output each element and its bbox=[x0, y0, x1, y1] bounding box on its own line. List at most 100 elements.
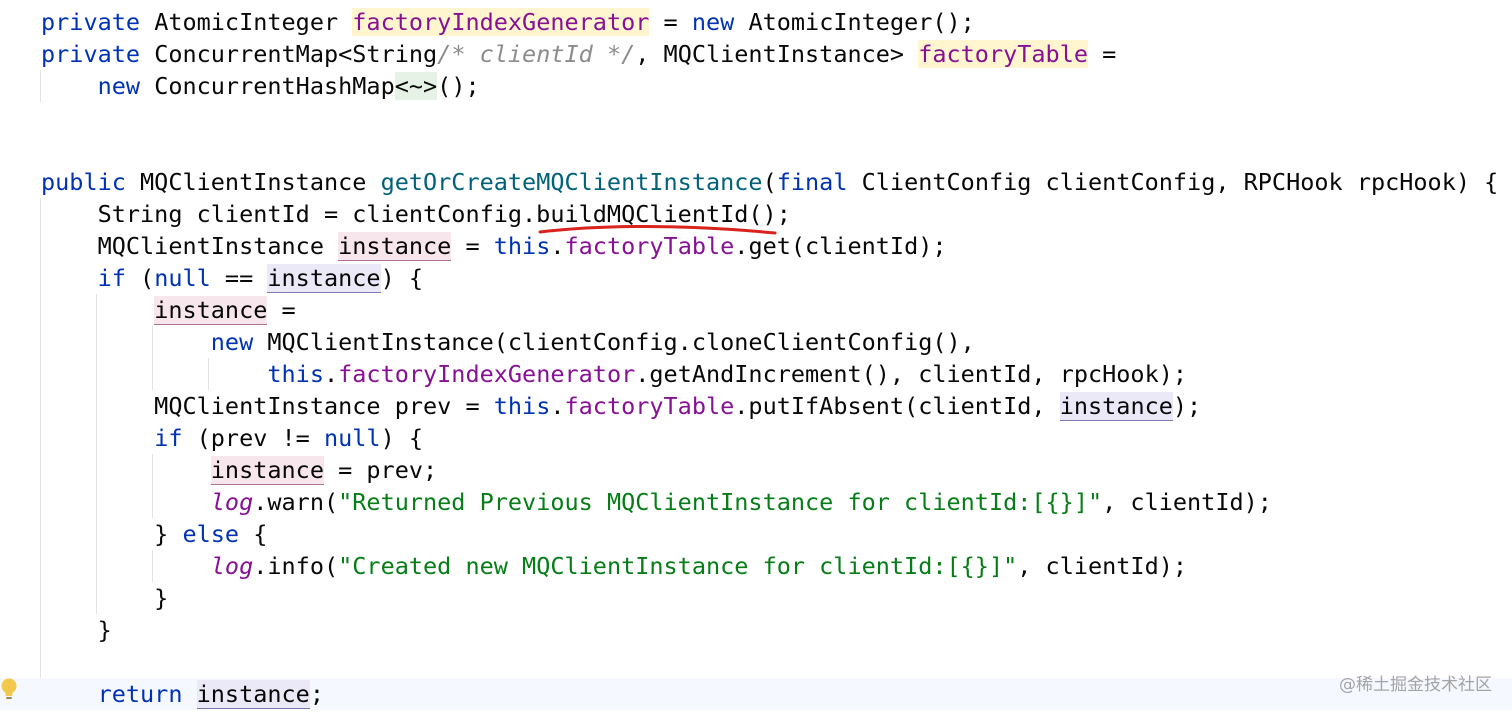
code-line[interactable]: String clientId = clientConfig.buildMQCl… bbox=[0, 198, 1512, 230]
code-line[interactable]: new MQClientInstance(clientConfig.cloneC… bbox=[0, 326, 1512, 358]
code-text[interactable]: log.warn("Returned Previous MQClientInst… bbox=[41, 486, 1272, 518]
code-text[interactable]: return instance; bbox=[41, 678, 324, 710]
code-line[interactable]: new ConcurrentHashMap<~>(); bbox=[0, 70, 1512, 102]
lightbulb-icon[interactable] bbox=[0, 677, 18, 701]
code-line[interactable]: if (null == instance) { bbox=[0, 262, 1512, 294]
code-token: instance bbox=[1059, 392, 1173, 421]
code-line[interactable]: instance = bbox=[0, 294, 1512, 326]
code-text[interactable]: String clientId = clientConfig.buildMQCl… bbox=[41, 198, 791, 230]
code-line[interactable]: } bbox=[0, 614, 1512, 646]
code-token: factoryTable bbox=[564, 392, 735, 420]
code-line[interactable]: private AtomicInteger factoryIndexGenera… bbox=[0, 6, 1512, 38]
code-line[interactable]: this.factoryIndexGenerator.getAndIncreme… bbox=[0, 358, 1512, 390]
code-line[interactable]: MQClientInstance instance = this.factory… bbox=[0, 230, 1512, 262]
code-text[interactable]: } bbox=[41, 582, 168, 614]
code-token: public bbox=[41, 168, 126, 196]
code-token: = bbox=[1088, 40, 1117, 68]
code-editor[interactable]: private AtomicInteger factoryIndexGenera… bbox=[0, 0, 1512, 712]
code-line[interactable]: instance = prev; bbox=[0, 454, 1512, 486]
code-text[interactable]: private AtomicInteger factoryIndexGenera… bbox=[41, 6, 975, 38]
code-token: , clientId); bbox=[1017, 552, 1188, 580]
code-token: MQClientInstance bbox=[41, 232, 339, 260]
code-text[interactable]: if (null == instance) { bbox=[41, 262, 423, 294]
code-token: } bbox=[41, 520, 183, 548]
code-text[interactable]: new MQClientInstance(clientConfig.cloneC… bbox=[41, 326, 975, 358]
code-line[interactable] bbox=[0, 102, 1512, 134]
code-token: log bbox=[210, 552, 254, 580]
code-token: "Created new MQClientInstance for client… bbox=[338, 552, 1018, 580]
code-text[interactable]: } else { bbox=[41, 518, 267, 550]
code-token: instance bbox=[210, 456, 324, 485]
code-line[interactable]: MQClientInstance prev = this.factoryTabl… bbox=[0, 390, 1512, 422]
code-token: this bbox=[493, 392, 551, 420]
code-text[interactable]: instance = bbox=[41, 294, 296, 326]
code-text[interactable]: this.factoryIndexGenerator.getAndIncreme… bbox=[41, 358, 1187, 390]
code-token: ( bbox=[125, 264, 155, 292]
code-text[interactable]: MQClientInstance instance = this.factory… bbox=[41, 230, 947, 262]
code-token: instance bbox=[154, 296, 268, 325]
code-token: { bbox=[239, 520, 268, 548]
code-text[interactable]: new ConcurrentHashMap<~>(); bbox=[41, 70, 480, 102]
code-token: = prev; bbox=[323, 456, 438, 484]
code-line[interactable]: return instance; bbox=[0, 678, 1512, 710]
code-text[interactable]: instance = prev; bbox=[41, 454, 437, 486]
code-token: if bbox=[97, 264, 126, 292]
code-text[interactable]: } bbox=[41, 614, 112, 646]
code-line[interactable]: } else { bbox=[0, 518, 1512, 550]
code-token: private bbox=[41, 40, 141, 68]
code-line[interactable]: public MQClientInstance getOrCreateMQCli… bbox=[0, 166, 1512, 198]
code-token: = bbox=[649, 8, 692, 36]
code-token: this bbox=[493, 232, 551, 260]
code-token: factoryTable bbox=[918, 40, 1088, 68]
code-line[interactable]: log.info("Created new MQClientInstance f… bbox=[0, 550, 1512, 582]
watermark: @稀土掘金技术社区 bbox=[1339, 675, 1492, 695]
code-token: , MQClientInstance> bbox=[635, 40, 919, 68]
code-line[interactable]: private ConcurrentMap<String/* clientId … bbox=[0, 38, 1512, 70]
code-line[interactable]: log.warn("Returned Previous MQClientInst… bbox=[0, 486, 1512, 518]
code-token: .warn( bbox=[253, 488, 339, 516]
code-token: . bbox=[550, 232, 565, 260]
code-token: ( bbox=[762, 168, 777, 196]
code-token: ; bbox=[309, 680, 324, 708]
code-token: null bbox=[154, 264, 211, 292]
code-token: final bbox=[776, 168, 848, 196]
code-token: return bbox=[97, 680, 183, 708]
code-text[interactable]: private ConcurrentMap<String/* clientId … bbox=[41, 38, 1116, 70]
code-text[interactable]: log.info("Created new MQClientInstance f… bbox=[41, 550, 1187, 582]
code-line[interactable]: if (prev != null) { bbox=[0, 422, 1512, 454]
code-token: <~> bbox=[394, 72, 438, 100]
code-token: == bbox=[210, 264, 268, 292]
code-token: (); bbox=[437, 72, 480, 100]
code-text[interactable]: MQClientInstance prev = this.factoryTabl… bbox=[41, 390, 1201, 422]
code-line[interactable] bbox=[0, 134, 1512, 166]
code-token: /* clientId */ bbox=[437, 40, 636, 68]
code-text[interactable]: public MQClientInstance getOrCreateMQCli… bbox=[41, 166, 1498, 198]
code-token: new bbox=[97, 72, 141, 100]
code-token: MQClientInstance prev = bbox=[41, 392, 494, 420]
code-token: ConcurrentHashMap bbox=[140, 72, 395, 100]
code-token: instance bbox=[196, 680, 310, 709]
code-token: AtomicInteger bbox=[140, 8, 353, 36]
code-token: ConcurrentMap<String bbox=[140, 40, 438, 68]
code-token: (prev != bbox=[182, 424, 324, 452]
code-line[interactable]: } bbox=[0, 582, 1512, 614]
code-token: .putIfAbsent(clientId, bbox=[734, 392, 1060, 420]
code-token: factoryIndexGenerator bbox=[338, 360, 636, 388]
code-line[interactable] bbox=[0, 646, 1512, 678]
code-token: private bbox=[41, 8, 141, 36]
code-token: } bbox=[41, 584, 169, 612]
code-token: } bbox=[41, 616, 112, 644]
code-token: = bbox=[267, 296, 296, 324]
code-token: ) { bbox=[380, 424, 424, 452]
code-token: else bbox=[182, 520, 240, 548]
code-text[interactable]: if (prev != null) { bbox=[41, 422, 423, 454]
code-token: ); bbox=[1172, 392, 1202, 420]
